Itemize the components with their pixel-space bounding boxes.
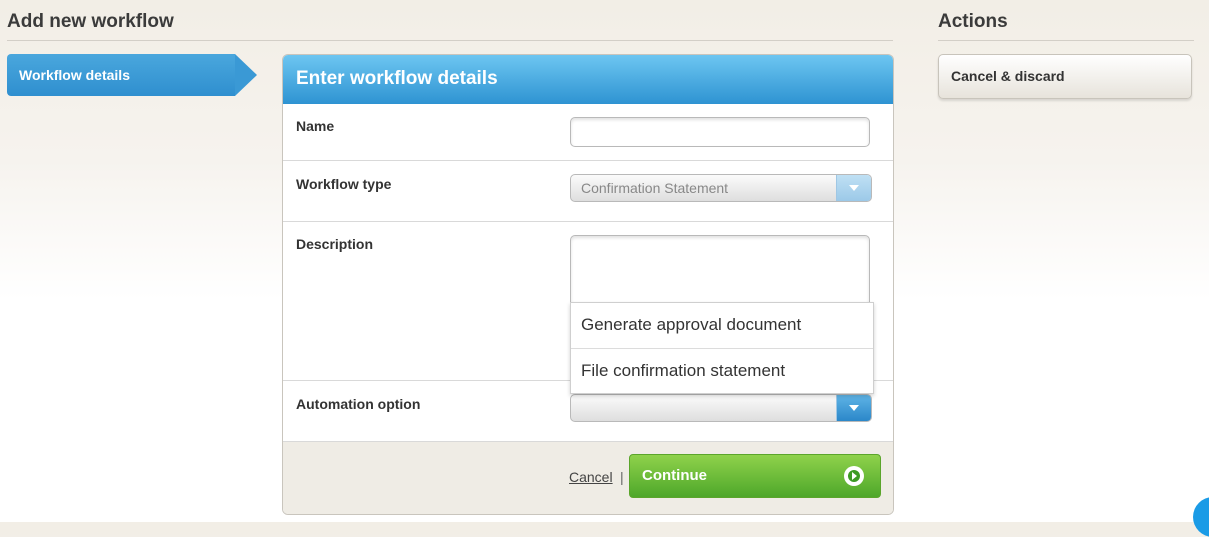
play-circle-icon (844, 466, 864, 486)
automation-options-dropdown: Generate approval document File confirma… (570, 302, 874, 394)
form-footer: Cancel | Continue (283, 442, 893, 514)
page-title: Add new workflow (7, 10, 893, 41)
name-label: Name (296, 118, 335, 134)
name-row: Name (283, 104, 893, 161)
workflow-type-value: Confirmation Statement (581, 180, 729, 196)
step-arrow-icon (235, 54, 257, 96)
continue-button[interactable]: Continue (629, 454, 881, 498)
continue-label: Continue (642, 467, 707, 484)
workflow-form-panel: Enter workflow details Name Workflow typ… (282, 54, 894, 515)
separator: | (620, 469, 624, 485)
step-tab-workflow-details[interactable]: Workflow details (7, 54, 257, 96)
step-tab-label: Workflow details (19, 67, 130, 83)
dropdown-option[interactable]: File confirmation statement (571, 349, 873, 394)
workflow-type-select: Confirmation Statement (570, 174, 872, 202)
automation-select[interactable] (570, 394, 872, 422)
workflow-type-row: Workflow type Confirmation Statement (283, 161, 893, 222)
form-header: Enter workflow details (283, 55, 893, 104)
cancel-link[interactable]: Cancel (569, 469, 613, 485)
automation-label: Automation option (296, 396, 421, 412)
cancel-discard-button[interactable]: Cancel & discard (938, 54, 1192, 99)
description-label: Description (296, 236, 374, 252)
actions-title: Actions (938, 10, 1194, 41)
dropdown-option[interactable]: Generate approval document (571, 303, 873, 349)
chevron-down-icon[interactable] (836, 395, 871, 421)
name-input[interactable] (570, 117, 870, 147)
chevron-down-icon (836, 175, 871, 201)
help-chat-icon[interactable] (1193, 497, 1209, 537)
workflow-type-label: Workflow type (296, 176, 392, 192)
